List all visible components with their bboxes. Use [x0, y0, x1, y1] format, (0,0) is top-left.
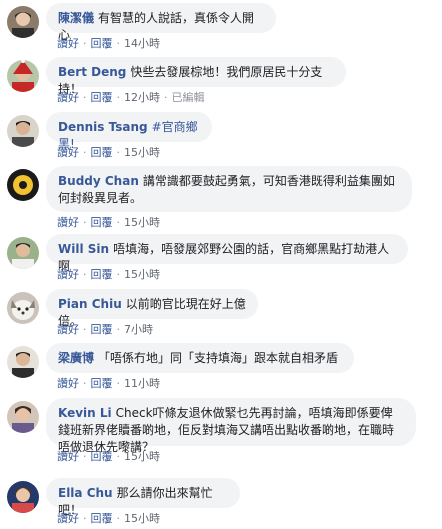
comment-author[interactable]: Will Sin	[58, 242, 109, 256]
comment-actions: 讚好 · 回覆 · 12小時 · 已編輯	[57, 91, 205, 104]
timestamp[interactable]: 11小時	[124, 377, 160, 390]
comment-bubble: Pian Chiu 以前啲官比現在好上億倍。	[46, 289, 258, 328]
comment-bubble: Kevin Li Check吓條友退休做緊乜先再討論，唔填海即係要俾錢班新界佬贖番…	[46, 398, 416, 454]
reply-button[interactable]: 回覆	[91, 91, 113, 104]
like-button[interactable]: 讚好	[57, 512, 79, 525]
comment-author[interactable]: Bert Deng	[58, 65, 126, 79]
reply-button[interactable]: 回覆	[91, 216, 113, 229]
comment-actions: 讚好 · 回覆 · 15小時	[57, 268, 160, 281]
comment-author[interactable]: Pian Chiu	[58, 297, 122, 311]
avatar[interactable]	[7, 6, 39, 38]
timestamp[interactable]: 15小時	[124, 216, 160, 229]
reply-button[interactable]: 回覆	[91, 377, 113, 390]
comment-actions: 讚好 · 回覆 · 15小時	[57, 146, 160, 159]
comment-author[interactable]: Ella Chu	[58, 486, 113, 500]
like-button[interactable]: 讚好	[57, 146, 79, 159]
avatar[interactable]	[7, 60, 39, 92]
avatar[interactable]	[7, 401, 39, 433]
reply-button[interactable]: 回覆	[91, 450, 113, 463]
like-button[interactable]: 讚好	[57, 323, 79, 336]
timestamp[interactable]: 15小時	[124, 146, 160, 159]
comment-bubble: Bert Deng 快些去發展棕地！我們原居民十分支持！	[46, 57, 346, 96]
timestamp[interactable]: 15小時	[124, 450, 160, 463]
comment-actions: 讚好 · 回覆 · 14小時	[57, 37, 160, 50]
comment-bubble: Will Sin 唔填海，唔發展郊野公園的話，官商鄉黑點打劫港人啊	[46, 234, 408, 273]
timestamp[interactable]: 15小時	[124, 512, 160, 525]
comment-text: 「唔係冇地」同「支持填海」跟本就自相矛盾	[98, 351, 339, 365]
reply-button[interactable]: 回覆	[91, 37, 113, 50]
timestamp[interactable]: 14小時	[124, 37, 160, 50]
comment-author[interactable]: 梁廣博	[58, 351, 94, 365]
like-button[interactable]: 讚好	[57, 37, 79, 50]
avatar[interactable]	[7, 237, 39, 269]
comment-bubble: Buddy Chan 講常識都要鼓起勇氣，可知香港既得利益集團如何封殺異見者。	[46, 166, 412, 212]
like-button[interactable]: 讚好	[57, 216, 79, 229]
reply-button[interactable]: 回覆	[91, 512, 113, 525]
reply-button[interactable]: 回覆	[91, 268, 113, 281]
comment-actions: 讚好 · 回覆 · 7小時	[57, 323, 153, 336]
comment-actions: 讚好 · 回覆 · 15小時	[57, 512, 160, 525]
avatar[interactable]	[7, 292, 39, 324]
comment-bubble: Ella Chu 那么請你出來幫忙吧！	[46, 478, 240, 517]
timestamp[interactable]: 15小時	[124, 268, 160, 281]
comment-actions: 讚好 · 回覆 · 15小時	[57, 450, 160, 463]
like-button[interactable]: 讚好	[57, 91, 79, 104]
comment-author[interactable]: Kevin Li	[58, 406, 112, 420]
avatar[interactable]	[7, 346, 39, 378]
comment-author[interactable]: Dennis Tsang	[58, 120, 148, 134]
comment-bubble: Dennis Tsang #官商鄉黑!	[46, 112, 212, 151]
like-button[interactable]: 讚好	[57, 268, 79, 281]
edited-label[interactable]: 已編輯	[172, 91, 205, 104]
like-button[interactable]: 讚好	[57, 450, 79, 463]
reply-button[interactable]: 回覆	[91, 323, 113, 336]
comment-author[interactable]: Buddy Chan	[58, 174, 139, 188]
timestamp[interactable]: 12小時	[124, 91, 160, 104]
timestamp[interactable]: 7小時	[124, 323, 153, 336]
comment-actions: 讚好 · 回覆 · 15小時	[57, 216, 160, 229]
reply-button[interactable]: 回覆	[91, 146, 113, 159]
comment-author[interactable]: 陳潔儀	[58, 11, 94, 25]
avatar[interactable]	[7, 169, 39, 201]
avatar[interactable]	[7, 481, 39, 513]
comment-list: 陳潔儀 有智慧的人說話，真係令人開心 讚好 · 回覆 · 14小時 Bert Deng 快些…	[0, 0, 442, 529]
comment-bubble: 陳潔儀 有智慧的人說話，真係令人開心	[46, 3, 276, 42]
comment-bubble: 梁廣博 「唔係冇地」同「支持填海」跟本就自相矛盾	[46, 343, 354, 373]
comment-actions: 讚好 · 回覆 · 11小時	[57, 377, 160, 390]
like-button[interactable]: 讚好	[57, 377, 79, 390]
avatar[interactable]	[7, 115, 39, 147]
